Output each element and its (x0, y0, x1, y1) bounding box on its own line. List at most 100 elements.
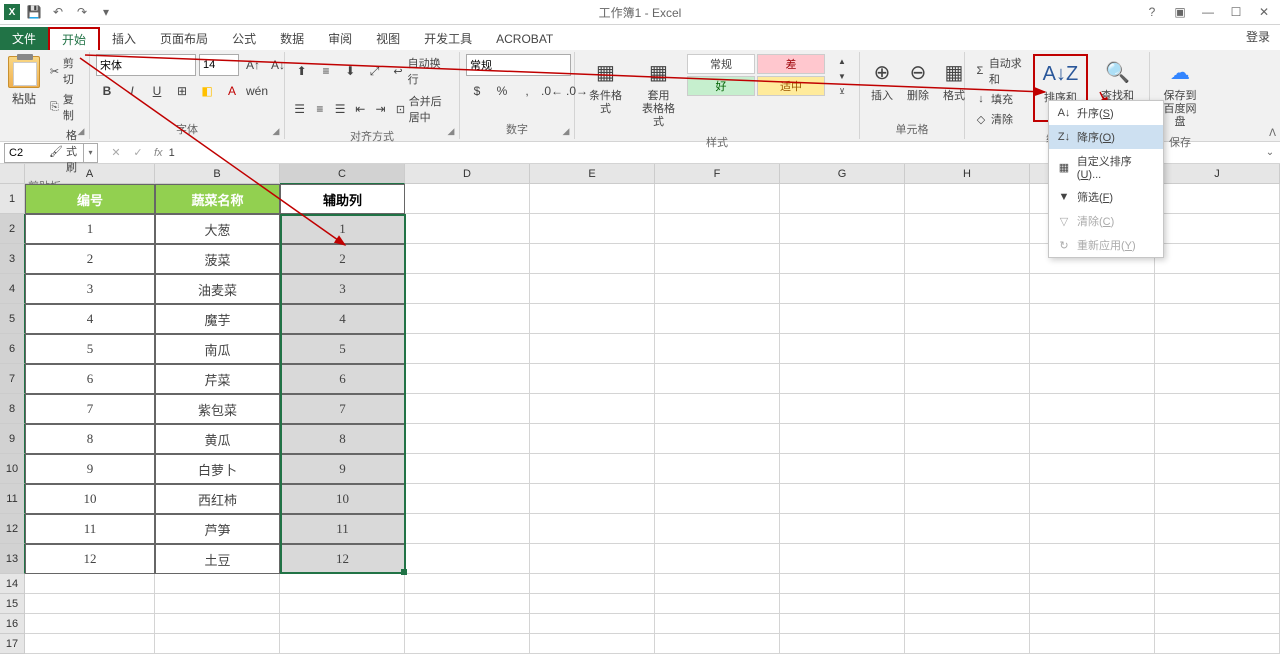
cell-I10[interactable] (1030, 454, 1155, 484)
cell-D10[interactable] (405, 454, 530, 484)
align-bottom-button[interactable]: ⬇ (340, 60, 361, 82)
cell-E8[interactable] (530, 394, 655, 424)
merge-center-button[interactable]: ⊡合并后居中 (392, 92, 453, 126)
menu-filter[interactable]: ▼筛选(F) (1049, 185, 1163, 209)
cell-J16[interactable] (1155, 614, 1280, 634)
row-header-17[interactable]: 17 (0, 634, 25, 654)
cell-B2[interactable]: 大葱 (155, 214, 280, 244)
cell-H8[interactable] (905, 394, 1030, 424)
cell-J6[interactable] (1155, 334, 1280, 364)
cell-E10[interactable] (530, 454, 655, 484)
cell-J9[interactable] (1155, 424, 1280, 454)
ribbon-display-options[interactable]: ▣ (1168, 2, 1192, 22)
cell-F17[interactable] (655, 634, 780, 654)
col-header-D[interactable]: D (405, 164, 530, 184)
conditional-format-button[interactable]: ▦ 条件格式 (581, 54, 630, 118)
cell-E16[interactable] (530, 614, 655, 634)
cell-E5[interactable] (530, 304, 655, 334)
cell-D2[interactable] (405, 214, 530, 244)
cell-G7[interactable] (780, 364, 905, 394)
enter-formula-button[interactable]: ✓ (128, 144, 148, 162)
row-header-4[interactable]: 4 (0, 274, 25, 304)
cell-F10[interactable] (655, 454, 780, 484)
cell-I7[interactable] (1030, 364, 1155, 394)
clear-button[interactable]: ◇清除 (971, 110, 1029, 128)
cell-H10[interactable] (905, 454, 1030, 484)
cell-C17[interactable] (280, 634, 405, 654)
cell-A2[interactable]: 1 (25, 214, 155, 244)
ribbon-collapse-button[interactable]: ᐱ (1269, 128, 1276, 139)
cell-F16[interactable] (655, 614, 780, 634)
style-normal[interactable]: 常规 (687, 54, 755, 74)
number-launcher[interactable]: ◢ (560, 125, 572, 137)
italic-button[interactable]: I (121, 80, 143, 102)
tab-data[interactable]: 数据 (268, 27, 316, 50)
cell-A17[interactable] (25, 634, 155, 654)
maximize-button[interactable]: ☐ (1224, 2, 1248, 22)
insert-cells-button[interactable]: ⊕ 插入 (866, 54, 898, 105)
cell-J12[interactable] (1155, 514, 1280, 544)
autosum-button[interactable]: Σ自动求和 (971, 54, 1029, 88)
cell-G5[interactable] (780, 304, 905, 334)
row-header-9[interactable]: 9 (0, 424, 25, 454)
cell-G10[interactable] (780, 454, 905, 484)
styles-up[interactable]: ▲ (831, 54, 853, 68)
cell-D13[interactable] (405, 544, 530, 574)
cell-F6[interactable] (655, 334, 780, 364)
cell-E13[interactable] (530, 544, 655, 574)
cell-H16[interactable] (905, 614, 1030, 634)
style-bad[interactable]: 差 (757, 54, 825, 74)
cell-C7[interactable]: 6 (280, 364, 405, 394)
row-header-12[interactable]: 12 (0, 514, 25, 544)
cell-D15[interactable] (405, 594, 530, 614)
cell-F5[interactable] (655, 304, 780, 334)
fx-icon[interactable]: fx (154, 147, 163, 159)
cell-A13[interactable]: 12 (25, 544, 155, 574)
row-header-6[interactable]: 6 (0, 334, 25, 364)
paste-button[interactable]: 粘贴 (6, 54, 42, 109)
cell-H9[interactable] (905, 424, 1030, 454)
align-left-button[interactable]: ☰ (291, 98, 308, 120)
cell-H11[interactable] (905, 484, 1030, 514)
cell-D16[interactable] (405, 614, 530, 634)
cell-B6[interactable]: 南瓜 (155, 334, 280, 364)
cell-F2[interactable] (655, 214, 780, 244)
cell-A11[interactable]: 10 (25, 484, 155, 514)
tab-layout[interactable]: 页面布局 (148, 27, 220, 50)
cell-G6[interactable] (780, 334, 905, 364)
cell-F3[interactable] (655, 244, 780, 274)
align-center-button[interactable]: ≡ (311, 98, 328, 120)
cell-C4[interactable]: 3 (280, 274, 405, 304)
percent-button[interactable]: % (491, 80, 513, 102)
cell-H17[interactable] (905, 634, 1030, 654)
menu-sort-desc[interactable]: Z↓降序(O) (1049, 125, 1163, 149)
col-header-E[interactable]: E (530, 164, 655, 184)
cell-E12[interactable] (530, 514, 655, 544)
cell-B15[interactable] (155, 594, 280, 614)
cell-I12[interactable] (1030, 514, 1155, 544)
tab-home[interactable]: 开始 (48, 27, 100, 50)
cell-F11[interactable] (655, 484, 780, 514)
name-box-dropdown[interactable]: ▾ (84, 143, 98, 163)
delete-cells-button[interactable]: ⊖ 删除 (902, 54, 934, 105)
number-format-select[interactable] (466, 54, 571, 76)
save-button[interactable]: 💾 (24, 2, 44, 22)
cell-D4[interactable] (405, 274, 530, 304)
font-size-select[interactable] (199, 54, 239, 76)
cancel-formula-button[interactable]: ✕ (106, 144, 126, 162)
col-header-B[interactable]: B (155, 164, 280, 184)
style-neutral[interactable]: 适中 (757, 76, 825, 96)
row-header-10[interactable]: 10 (0, 454, 25, 484)
cell-J3[interactable] (1155, 244, 1280, 274)
cell-J15[interactable] (1155, 594, 1280, 614)
cell-G17[interactable] (780, 634, 905, 654)
cell-D17[interactable] (405, 634, 530, 654)
cell-E3[interactable] (530, 244, 655, 274)
cell-F12[interactable] (655, 514, 780, 544)
cell-G3[interactable] (780, 244, 905, 274)
cell-J1[interactable] (1155, 184, 1280, 214)
phonetic-button[interactable]: wén (246, 80, 268, 102)
cell-B14[interactable] (155, 574, 280, 594)
col-header-J[interactable]: J (1155, 164, 1280, 184)
increase-decimal-button[interactable]: .0← (541, 80, 563, 102)
